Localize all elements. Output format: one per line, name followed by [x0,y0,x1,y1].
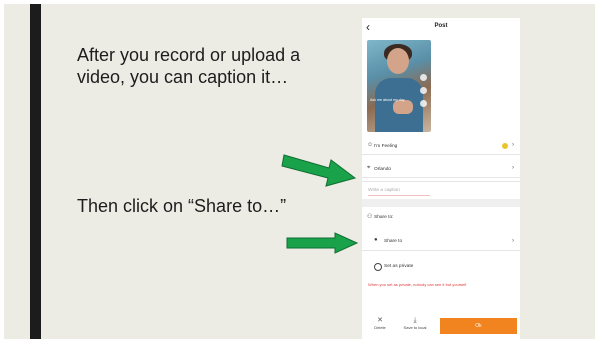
chevron-right-icon: › [512,238,514,244]
caption-underline [368,195,430,196]
thumbnail-caption: Ask me about my day [370,98,405,102]
green-arrow-share [286,232,359,254]
share-to-row[interactable]: ● Share to › [362,232,520,251]
location-pin-icon: ⌖ [367,165,371,171]
instruction-text-share: Then click on “Share to…” [77,196,287,216]
private-toggle-icon[interactable] [374,263,382,271]
close-icon: ✕ [377,317,383,324]
share-icon [420,100,427,107]
smiley-icon: ☺ [367,142,374,148]
set-private-label: Set as private [384,264,414,269]
feeling-row[interactable]: ☺ I'm Feeling › [362,138,520,155]
video-thumbnail[interactable]: Ask me about my day [367,40,431,132]
comment-icon [420,87,427,94]
save-to-local-label: Save to local [403,325,427,330]
thumbnail-face [387,48,409,74]
save-to-local-button[interactable]: ⤓ Save to local [398,316,432,330]
green-arrow-caption [281,154,357,187]
delete-label: Delete [374,325,386,330]
share-header-label: Share to: [374,215,394,220]
phone-screenshot: ‹ Post Ask me about my day ☺ I'm Feeling… [362,18,520,339]
thumbnail-overlay-icons [420,74,428,113]
share-to-label: Share to [384,239,403,244]
post-button[interactable]: Ok [440,318,517,334]
feeling-emoji-icon [502,143,508,149]
post-title: Post [434,23,448,29]
share-users-icon: ⚇ [367,214,373,220]
private-warning-text: When you set as private, nobody can see … [368,282,467,287]
section-divider [362,199,520,207]
chevron-right-icon: › [512,165,514,171]
delete-button[interactable]: ✕ Delete [370,316,390,330]
chevron-right-icon: › [512,142,514,148]
instruction-text-caption: After you record or upload a video, you … [77,45,301,87]
caption-input[interactable]: Write a caption [362,181,520,201]
set-private-row[interactable]: Set as private [362,258,520,274]
location-label: Orlando [374,167,392,172]
download-icon: ⤓ [413,317,417,324]
location-row[interactable]: ⌖ Orlando › [362,161,520,178]
caption-placeholder: Write a caption [368,188,400,193]
heart-icon [420,74,427,81]
feeling-label: I'm Feeling [374,144,398,149]
share-circle-icon: ● [374,237,378,243]
share-to-header-row: ⚇ Share to: [362,210,520,224]
post-header: ‹ Post [362,18,520,38]
slide-accent-bar [30,4,41,339]
